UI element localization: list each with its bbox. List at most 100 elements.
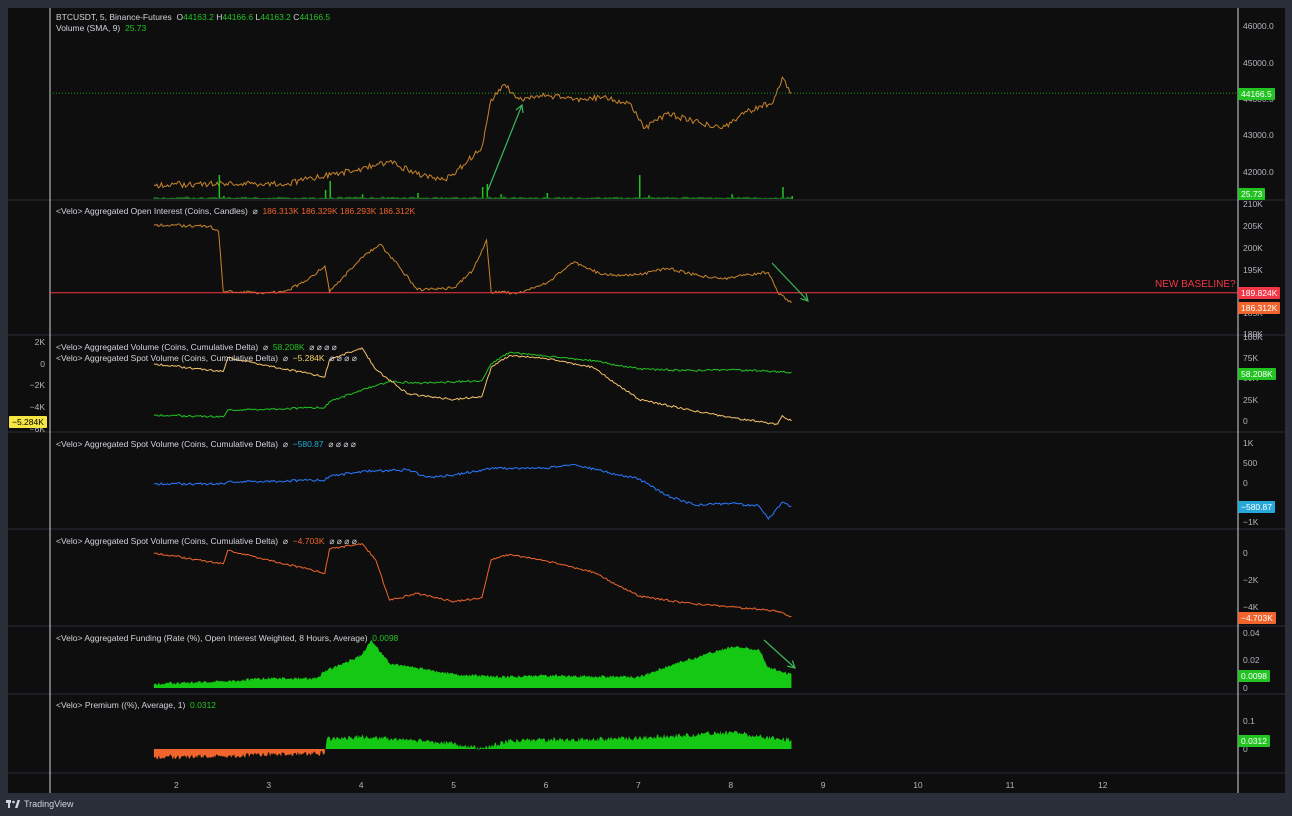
- premium-positive-area: [325, 730, 792, 751]
- spot-cvd-b-series: [153, 463, 792, 520]
- funding-value: 0.0098: [372, 633, 399, 643]
- time-axis-tick: 11: [1005, 780, 1015, 790]
- price-axis-tick: 45000.0: [1243, 58, 1274, 68]
- time-axis-tick: 3: [266, 780, 272, 790]
- spot-volume-title: <Velo> Aggregated Spot Volume (Coins, Cu…: [56, 353, 279, 363]
- spot3-price-tag[interactable]: −4.703K: [1238, 612, 1276, 624]
- spot-left-price-tag[interactable]: −5.284K: [9, 416, 47, 428]
- chart-canvas[interactable]: [0, 0, 1292, 816]
- oi-axis-tick: 195K: [1243, 265, 1263, 275]
- agg-volume-value: 58.208K: [272, 342, 305, 352]
- oi-legend[interactable]: <Velo> Aggregated Open Interest (Coins, …: [56, 206, 415, 217]
- price-axis-tick: 42000.0: [1243, 167, 1274, 177]
- volume-bar: [791, 196, 793, 199]
- time-axis-tick: 6: [543, 780, 549, 790]
- oi-symbol: ⌀: [252, 206, 258, 216]
- spot2-title: <Velo> Aggregated Spot Volume (Coins, Cu…: [56, 439, 279, 449]
- time-axis-tick: 12: [1098, 780, 1108, 790]
- agg-volume-legend[interactable]: <Velo> Aggregated Volume (Coins, Cumulat…: [56, 342, 337, 353]
- premium-legend[interactable]: <Velo> Premium ((%), Average, 1) 0.0312: [56, 700, 216, 710]
- spot2-axis-tick: 500: [1243, 458, 1258, 468]
- agg-volume-title: <Velo> Aggregated Volume (Coins, Cumulat…: [56, 342, 259, 352]
- tradingview-brand[interactable]: TradingView: [24, 799, 74, 809]
- spot-volume-value: −5.284K: [292, 353, 325, 363]
- spot3-axis-tick: −2K: [1243, 575, 1259, 585]
- time-axis-tick: 7: [636, 780, 641, 790]
- volume-legend[interactable]: Volume (SMA, 9) 25.73: [56, 23, 146, 33]
- premium-negative-area: [153, 749, 325, 760]
- spot3-legend[interactable]: <Velo> Aggregated Spot Volume (Coins, Cu…: [56, 536, 357, 547]
- time-axis-tick: 4: [358, 780, 364, 790]
- volume-bar: [218, 175, 221, 199]
- vol_right-axis-tick: 25K: [1243, 395, 1259, 405]
- spot3-axis-tick: 0: [1243, 548, 1248, 558]
- oi-axis-tick: 210K: [1243, 199, 1263, 209]
- symbol: ⌀: [282, 536, 288, 546]
- spot2-value: −580.87: [292, 439, 324, 449]
- volume-bar: [329, 181, 331, 199]
- volume-title: Volume (SMA, 9): [56, 23, 121, 33]
- vol_right-axis-tick: 0: [1243, 416, 1248, 426]
- symbol: ⌀: [282, 439, 288, 449]
- price-series: [153, 76, 792, 189]
- symbol-name: BTCUSDT, 5, Binance-Futures: [56, 12, 172, 22]
- vol-left-axis-tick: −2K: [29, 380, 45, 390]
- funding-axis-tick: 0.02: [1243, 655, 1260, 665]
- baseline-price-tag[interactable]: 189.824K: [1238, 287, 1281, 299]
- funding-legend[interactable]: <Velo> Aggregated Funding (Rate (%), Ope…: [56, 633, 398, 643]
- vol_sma-price-tag[interactable]: 25.73: [1238, 188, 1266, 200]
- legend-dots: ⌀ ⌀ ⌀ ⌀: [328, 439, 356, 449]
- funding-axis-tick: 0.04: [1243, 628, 1260, 638]
- spot2-axis-tick: 1K: [1243, 438, 1254, 448]
- spot3-title: <Velo> Aggregated Spot Volume (Coins, Cu…: [56, 536, 279, 546]
- volume-bar: [324, 190, 327, 199]
- spot-cvd-c-series: [153, 542, 792, 618]
- spot3-axis-tick: −4K: [1243, 602, 1259, 612]
- vol_right-axis-tick: 100K: [1243, 332, 1263, 342]
- spot2-axis-tick: −1K: [1243, 517, 1259, 527]
- legend-dots: ⌀ ⌀ ⌀ ⌀: [329, 353, 357, 363]
- new-baseline-annotation: NEW BASELINE?: [1155, 279, 1236, 290]
- premium-value: 0.0312: [190, 700, 217, 710]
- close-value: 44166.5: [299, 12, 331, 22]
- tradingview-logo-icon: [6, 799, 20, 808]
- time-axis-tick: 9: [820, 780, 826, 790]
- trend-arrow-up: [487, 104, 523, 191]
- vol_right-axis-tick: 75K: [1243, 353, 1259, 363]
- oi-open: 186.313K: [262, 206, 299, 216]
- open-interest-series: [153, 223, 792, 304]
- volume-baseline-area: [153, 196, 792, 199]
- volume-bar: [481, 187, 484, 199]
- funding-title: <Velo> Aggregated Funding (Rate (%), Ope…: [56, 633, 368, 643]
- spot2-axis-tick: 0: [1243, 478, 1248, 488]
- spot2-legend[interactable]: <Velo> Aggregated Spot Volume (Coins, Cu…: [56, 439, 356, 450]
- vol-left-axis-tick: −4K: [29, 402, 45, 412]
- vol-left-axis-tick: 0: [40, 359, 45, 369]
- time-axis-tick: 2: [174, 780, 179, 790]
- trend-arrow-down: [771, 262, 809, 302]
- funding-price-tag[interactable]: 0.0098: [1238, 670, 1270, 682]
- oi-price-tag[interactable]: 186.312K: [1238, 302, 1281, 314]
- oi-axis-tick: 200K: [1243, 243, 1263, 253]
- footer: TradingView: [6, 799, 74, 809]
- legend-dots: ⌀ ⌀ ⌀ ⌀: [329, 536, 357, 546]
- vol-price-tag[interactable]: 58.208K: [1238, 368, 1276, 380]
- price-price-tag[interactable]: 44166.5: [1238, 88, 1275, 100]
- time-axis-tick: 8: [728, 780, 734, 790]
- premium-price-tag[interactable]: 0.0312: [1238, 735, 1270, 747]
- time-axis-tick: 5: [451, 780, 456, 790]
- funding-axis-tick: 0: [1243, 683, 1248, 693]
- oi-title: <Velo> Aggregated Open Interest (Coins, …: [56, 206, 248, 216]
- time-axis-tick: 10: [913, 780, 923, 790]
- symbol: ⌀: [282, 353, 288, 363]
- oi-low: 186.293K: [340, 206, 377, 216]
- spot3-value: −4.703K: [292, 536, 325, 546]
- spot-volume-legend[interactable]: <Velo> Aggregated Spot Volume (Coins, Cu…: [56, 353, 357, 364]
- premium-title: <Velo> Premium ((%), Average, 1): [56, 700, 186, 710]
- funding-arrow-down: [763, 639, 796, 669]
- low-value: 44163.2: [260, 12, 291, 22]
- oi-close: 186.312K: [378, 206, 416, 216]
- symbol-legend[interactable]: BTCUSDT, 5, Binance-Futures O44163.2 H44…: [56, 12, 330, 22]
- spot2-price-tag[interactable]: −580.87: [1238, 501, 1275, 513]
- open-value: 44163.2: [183, 12, 214, 22]
